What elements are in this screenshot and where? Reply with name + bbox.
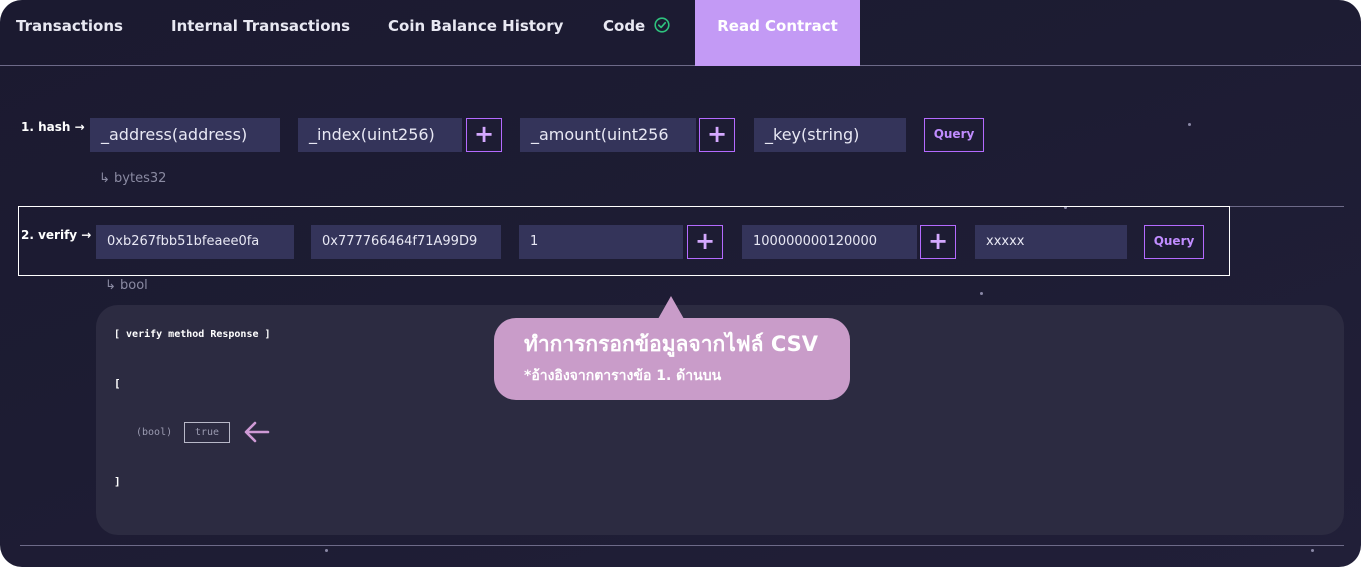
tab-coin-balance-history[interactable]: Coin Balance History (388, 0, 563, 66)
tab-internal-transactions[interactable]: Internal Transactions (171, 0, 350, 66)
arrow-left-icon (244, 421, 270, 443)
hash-address-input[interactable]: _address(address) (90, 118, 280, 152)
callout-note: *อ้างอิงจากตารางข้อ 1. ด้านบน (524, 368, 722, 384)
check-circle-icon (654, 17, 671, 33)
verify-amount-input[interactable]: 100000000120000 (742, 225, 917, 259)
tab-label: Code (603, 17, 646, 35)
method-label-verify: 2. verify → (21, 228, 92, 242)
background-star (1188, 123, 1191, 126)
tab-read-contract[interactable]: Read Contract (695, 0, 860, 66)
tab-code[interactable]: Code (603, 0, 671, 66)
verify-address-input[interactable]: 0xb267fbb51bfeaee0fa (96, 225, 294, 259)
tab-label: Coin Balance History (388, 17, 564, 35)
background-star (980, 292, 983, 295)
response-close-bracket: ] (114, 475, 121, 488)
response-title: [ verify method Response ] (114, 329, 271, 340)
verify-return-type: ↳ bool (105, 278, 148, 293)
hash-key-input[interactable]: _key(string) (754, 118, 906, 152)
hash-return-type: ↳ bytes32 (99, 171, 167, 186)
tab-transactions[interactable]: Transactions (16, 0, 123, 66)
csv-callout: ทำการกรอกข้อมูลจากไฟล์ CSV *อ้างอิงจากตา… (494, 296, 850, 400)
response-open-bracket: [ (114, 377, 121, 390)
app-frame: Transactions Internal Transactions Coin … (0, 0, 1361, 567)
response-type-label: (bool) (136, 427, 173, 438)
verify-query-button[interactable]: Query (1144, 225, 1204, 259)
method-label-hash: 1. hash → (21, 120, 85, 134)
hash-index-plus-button[interactable]: + (466, 118, 502, 152)
hash-amount-plus-button[interactable]: + (699, 118, 735, 152)
hash-amount-input[interactable]: _amount(uint256 (520, 118, 696, 152)
hash-query-button[interactable]: Query (924, 118, 984, 152)
callout-title: ทำการกรอกข้อมูลจากไฟล์ CSV (524, 332, 819, 356)
background-star (325, 549, 328, 552)
verify-index-plus-button[interactable]: + (687, 225, 723, 259)
tab-bar: Transactions Internal Transactions Coin … (0, 0, 1361, 66)
bottom-divider (20, 545, 1344, 546)
verify-account-input[interactable]: 0x777766464f71A99D9 (311, 225, 501, 259)
verify-index-input[interactable]: 1 (519, 225, 683, 259)
verify-key-input[interactable]: xxxxx (975, 225, 1127, 259)
hash-index-input[interactable]: _index(uint256) (298, 118, 462, 152)
response-value: true (184, 422, 230, 443)
background-star (1311, 549, 1314, 552)
verify-amount-plus-button[interactable]: + (920, 225, 956, 259)
